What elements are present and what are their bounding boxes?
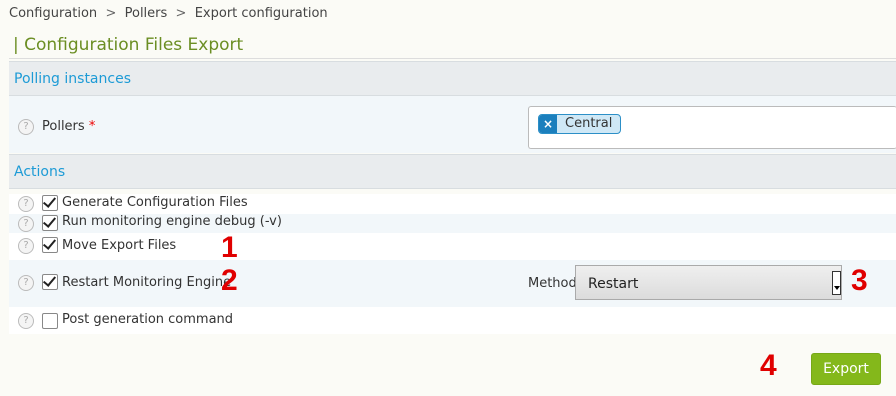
action-row-post: ? Post generation command <box>9 307 896 334</box>
annotation-2: 2 <box>221 264 238 297</box>
breadcrumb-separator: > <box>175 6 187 21</box>
section-title-polling: Polling instances <box>14 71 131 87</box>
title-row: | Configuration Files Export <box>9 30 896 59</box>
breadcrumb-item-configuration[interactable]: Configuration <box>9 6 97 21</box>
move-checkbox[interactable] <box>42 236 58 253</box>
method-value: Restart <box>588 276 639 292</box>
section-header-polling: Polling instances <box>9 61 896 96</box>
post-command-checkbox[interactable] <box>42 313 58 329</box>
poller-tag-central: × Central <box>538 114 622 134</box>
debug-label: Run monitoring engine debug (-v) <box>62 214 282 229</box>
pollers-label: Pollers * <box>42 119 96 134</box>
debug-checkbox[interactable] <box>42 214 58 231</box>
annotation-4: 4 <box>760 349 777 382</box>
method-select[interactable]: Restart <box>575 265 842 300</box>
move-label: Move Export Files <box>62 238 177 253</box>
poller-tag-label: Central <box>565 116 613 131</box>
restart-label: Restart Monitoring Engine <box>62 275 232 290</box>
annotation-3: 3 <box>851 264 868 297</box>
method-label: Method <box>528 276 577 291</box>
help-icon[interactable]: ? <box>18 216 34 232</box>
section-title-actions: Actions <box>14 164 66 180</box>
breadcrumb-item-export[interactable]: Export configuration <box>195 6 328 21</box>
help-icon[interactable]: ? <box>18 275 34 291</box>
action-row-generate: ? Generate Configuration Files <box>9 194 896 214</box>
action-row-move: ? Move Export Files <box>9 233 896 260</box>
help-icon[interactable]: ? <box>18 119 34 135</box>
generate-checkbox[interactable] <box>42 194 58 211</box>
breadcrumb: Configuration > Pollers > Export configu… <box>9 6 328 21</box>
breadcrumb-separator: > <box>105 6 117 21</box>
annotation-1: 1 <box>221 231 238 264</box>
help-icon[interactable]: ? <box>18 313 34 329</box>
action-row-debug: ? Run monitoring engine debug (-v) <box>9 214 896 233</box>
post-command-label: Post generation command <box>62 312 234 327</box>
export-button[interactable]: Export <box>811 353 881 385</box>
required-mark: * <box>88 119 96 134</box>
generate-label: Generate Configuration Files <box>62 195 248 210</box>
pollers-select[interactable]: × Central <box>528 106 896 149</box>
page-title: | Configuration Files Export <box>13 35 244 55</box>
section-header-actions: Actions <box>9 154 896 189</box>
breadcrumb-item-pollers[interactable]: Pollers <box>125 6 168 21</box>
restart-checkbox[interactable] <box>42 273 58 290</box>
help-icon[interactable]: ? <box>18 196 34 212</box>
help-icon[interactable]: ? <box>18 238 34 254</box>
remove-tag-icon[interactable]: × <box>539 115 557 133</box>
chevron-down-icon[interactable] <box>832 271 841 295</box>
